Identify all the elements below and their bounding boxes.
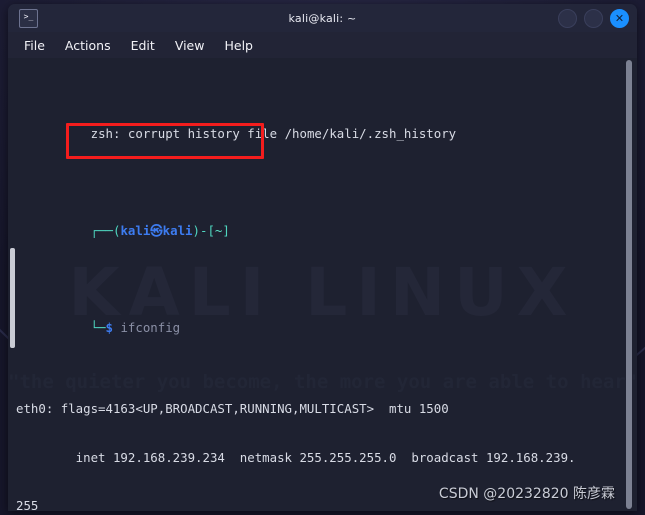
terminal-viewport[interactable]: KALI LINUX "the quieter you become, the …: [8, 58, 637, 511]
close-button[interactable]: ✕: [610, 8, 629, 28]
terminal-line-zsh-warning: zsh: corrupt history file /home/kali/.zs…: [90, 125, 457, 141]
scrollbar-vertical[interactable]: [626, 60, 632, 509]
terminal-line-command-ifconfig: └─$ ifconfig: [90, 320, 181, 336]
menu-item-edit[interactable]: Edit: [131, 38, 155, 53]
desktop-background: >_ kali@kali: ~ ✕ File Actions Edit View…: [0, 0, 645, 515]
window-titlebar[interactable]: >_ kali@kali: ~ ✕: [8, 4, 637, 32]
menubar: File Actions Edit View Help: [8, 32, 637, 58]
csdn-watermark: CSDN @20232820 陈彦霖: [438, 486, 615, 502]
terminal-line-prompt-1-top: ┌──(kali㉿kali)-[~]: [90, 223, 230, 239]
menu-item-view[interactable]: View: [175, 38, 205, 53]
menu-item-help[interactable]: Help: [224, 38, 253, 53]
terminal-icon-glyph: >_: [23, 12, 34, 21]
window-title: kali@kali: ~: [288, 11, 357, 25]
terminal-line-eth0-flags: eth0: flags=4163<UP,BROADCAST,RUNNING,MU…: [16, 401, 449, 417]
scrollbar-left-thumb[interactable]: [10, 248, 15, 348]
terminal-icon: >_: [19, 8, 38, 28]
window-controls: ✕: [558, 8, 631, 28]
terminal-output: zsh: corrupt history file /home/kali/.zs…: [8, 58, 637, 511]
menu-item-file[interactable]: File: [24, 38, 45, 53]
minimize-button[interactable]: [558, 8, 577, 28]
menu-item-actions[interactable]: Actions: [65, 38, 111, 53]
terminal-line-eth0-inet: inet 192.168.239.234 netmask 255.255.255…: [16, 449, 576, 465]
terminal-window: >_ kali@kali: ~ ✕ File Actions Edit View…: [8, 4, 637, 511]
maximize-button[interactable]: [584, 8, 603, 28]
